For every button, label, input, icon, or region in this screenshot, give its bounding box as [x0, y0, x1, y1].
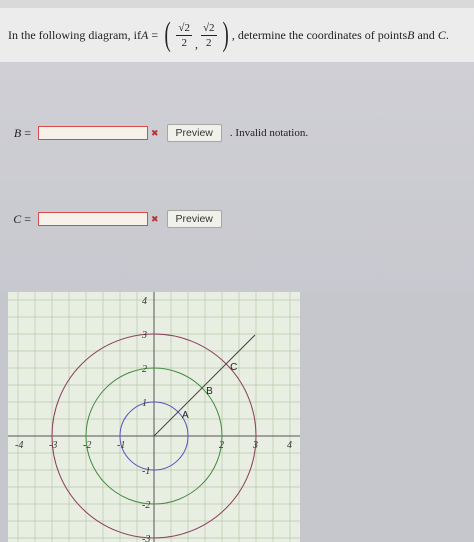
fraction-2: √2 2: [200, 21, 217, 49]
x-tick-label: -1: [117, 440, 125, 451]
y-tick-label: 2: [142, 364, 147, 375]
question-text: In the following diagram, if A = ( √2 2 …: [8, 8, 468, 62]
answer-label-c: C =: [0, 212, 38, 227]
answer-area: B = ✖ Preview . Invalid notation. C = ✖ …: [0, 62, 474, 292]
diagram-svg: -4 -3 -2 -1 2 3 4 4 3 2 1 -1 -2 -3 A B C: [8, 292, 300, 542]
answer-eq-c: =: [24, 211, 31, 226]
answer-label-b: B =: [0, 126, 38, 141]
comma: ,: [194, 37, 198, 51]
question-panel: In the following diagram, if A = ( √2 2 …: [0, 8, 474, 62]
point-label-c: C: [230, 362, 237, 373]
close-icon: ✖: [151, 213, 159, 224]
fraction-2-denominator: 2: [205, 36, 212, 49]
right-paren: ): [222, 16, 229, 53]
x-tick-label: 2: [219, 440, 224, 451]
x-tick-label: -4: [15, 440, 23, 451]
top-strip: [0, 0, 474, 8]
left-paren: (: [164, 16, 171, 53]
answer-row-b: B = ✖ Preview . Invalid notation.: [0, 124, 308, 142]
point-label-b: B: [206, 386, 213, 397]
fraction-1-denominator: 2: [181, 36, 187, 49]
answer-eq-b: =: [24, 125, 31, 140]
question-suffix: , determine the coordinates of points: [231, 27, 408, 42]
coordinate-diagram: -4 -3 -2 -1 2 3 4 4 3 2 1 -1 -2 -3 A B C: [8, 292, 300, 542]
x-tick-label: -2: [83, 440, 91, 451]
y-tick-label: 3: [141, 330, 147, 341]
close-icon: ✖: [151, 127, 159, 138]
y-tick-label: -2: [142, 500, 150, 511]
invalid-notation-message: . Invalid notation.: [229, 127, 309, 139]
answer-input-b[interactable]: [38, 126, 148, 140]
answer-label-c-text: C: [13, 211, 22, 226]
preview-button-c[interactable]: Preview: [166, 210, 222, 228]
question-prefix: In the following diagram, if: [8, 27, 141, 42]
y-tick-label: -3: [142, 534, 150, 542]
var-b: B: [407, 27, 415, 42]
period: .: [445, 27, 449, 42]
y-tick-label: -1: [142, 466, 150, 477]
equals-sign: =: [148, 27, 162, 42]
x-tick-label: 4: [287, 440, 292, 451]
x-tick-label: 3: [252, 440, 258, 451]
var-a: A: [140, 27, 149, 42]
and-word: and: [414, 27, 438, 42]
x-tick-label: -3: [49, 440, 57, 451]
y-tick-label: 1: [142, 398, 147, 409]
fraction-2-numerator: √2: [200, 21, 217, 36]
fraction-1-numerator: √2: [176, 21, 192, 36]
fraction-1: √2 2: [176, 22, 192, 49]
y-tick-label: 4: [142, 296, 147, 307]
var-c: C: [437, 27, 446, 42]
point-label-a: A: [182, 410, 189, 421]
preview-button-b[interactable]: Preview: [166, 124, 222, 142]
answer-input-c[interactable]: [38, 212, 148, 226]
answer-label-b-text: B: [13, 125, 22, 140]
answer-row-c: C = ✖ Preview: [0, 210, 222, 228]
